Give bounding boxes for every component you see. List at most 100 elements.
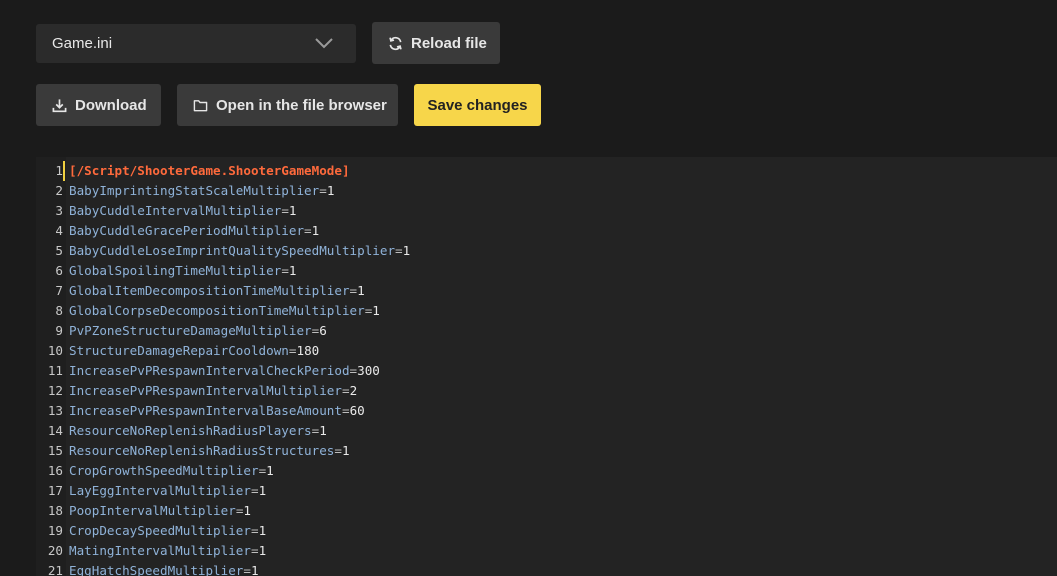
line-content: IncreasePvPRespawnIntervalCheckPeriod=30…	[63, 361, 380, 381]
code-lines: 1 [/Script/ShooterGame.ShooterGameMode] 2 B…	[36, 161, 1057, 576]
line-number: 10	[47, 343, 63, 358]
setting-value: 1	[258, 523, 267, 538]
reload-file-label: Reload file	[411, 34, 487, 52]
line-number: 11	[47, 363, 63, 378]
code-line[interactable]: 14 ResourceNoReplenishRadiusPlayers=1	[36, 421, 1057, 441]
setting-key: GlobalCorpseDecompositionTimeMultiplier	[69, 303, 365, 318]
line-content: BabyImprintingStatScaleMultiplier=1	[63, 181, 334, 201]
save-changes-button[interactable]: Save changes	[414, 84, 541, 126]
actions-toolbar: Download Open in the file browser Save c…	[36, 84, 541, 126]
equals-sign: =	[319, 183, 327, 198]
code-line[interactable]: 11 IncreasePvPRespawnIntervalCheckPeriod=…	[36, 361, 1057, 381]
equals-sign: =	[349, 363, 358, 378]
line-number: 6	[55, 263, 63, 278]
setting-value: 1	[311, 223, 320, 238]
setting-value: 1	[266, 463, 274, 478]
equals-sign: =	[281, 203, 289, 218]
code-line[interactable]: 4 BabyCuddleGracePeriodMultiplier=1	[36, 221, 1057, 241]
line-content: GlobalItemDecompositionTimeMultiplier=1	[63, 281, 365, 301]
setting-value: 1	[319, 423, 327, 438]
chevron-down-icon	[315, 38, 333, 49]
code-line[interactable]: 19 CropDecaySpeedMultiplier=1	[36, 521, 1057, 541]
setting-key: GlobalSpoilingTimeMultiplier	[69, 263, 282, 278]
line-number: 9	[55, 323, 63, 338]
code-line[interactable]: 13 IncreasePvPRespawnIntervalBaseAmount=6…	[36, 401, 1057, 421]
line-content: CropGrowthSpeedMultiplier=1	[63, 461, 274, 481]
line-content: EggHatchSpeedMultiplier=1	[63, 561, 259, 576]
line-number: 1	[55, 163, 63, 178]
equals-sign: =	[341, 383, 350, 398]
setting-key: StructureDamageRepairCooldown	[69, 343, 289, 358]
code-line[interactable]: 16 CropGrowthSpeedMultiplier=1	[36, 461, 1057, 481]
code-line[interactable]: 12 IncreasePvPRespawnIntervalMultiplier=2	[36, 381, 1057, 401]
code-line[interactable]: 17 LayEggIntervalMultiplier=1	[36, 481, 1057, 501]
line-number: 12	[47, 383, 63, 398]
setting-value: 6	[319, 323, 327, 338]
line-number: 2	[55, 183, 63, 198]
code-line[interactable]: 6 GlobalSpoilingTimeMultiplier=1	[36, 261, 1057, 281]
code-line[interactable]: 2 BabyImprintingStatScaleMultiplier=1	[36, 181, 1057, 201]
line-number: 13	[47, 403, 63, 418]
setting-value: 60	[349, 403, 365, 418]
line-number: 8	[55, 303, 63, 318]
setting-value: 1	[372, 303, 380, 318]
code-line[interactable]: 18 PoopIntervalMultiplier=1	[36, 501, 1057, 521]
setting-value: 2	[349, 383, 358, 398]
line-number: 15	[47, 443, 63, 458]
line-content: PoopIntervalMultiplier=1	[63, 501, 251, 521]
code-line[interactable]: 5 BabyCuddleLoseImprintQualitySpeedMultip…	[36, 241, 1057, 261]
line-content: BabyCuddleGracePeriodMultiplier=1	[63, 221, 319, 241]
line-content: PvPZoneStructureDamageMultiplier=6	[63, 321, 327, 341]
line-content: BabyCuddleLoseImprintQualitySpeedMultipl…	[63, 241, 410, 261]
file-select-value: Game.ini	[52, 34, 113, 52]
code-line[interactable]: 20 MatingIntervalMultiplier=1	[36, 541, 1057, 561]
open-file-browser-button[interactable]: Open in the file browser	[177, 84, 398, 126]
code-line[interactable]: 3 BabyCuddleIntervalMultiplier=1	[36, 201, 1057, 221]
setting-value: 1	[326, 183, 335, 198]
code-line[interactable]: 21 EggHatchSpeedMultiplier=1	[36, 561, 1057, 576]
equals-sign: =	[304, 223, 312, 238]
equals-sign: =	[395, 243, 403, 258]
setting-key: ResourceNoReplenishRadiusPlayers	[69, 423, 312, 438]
line-content: BabyCuddleIntervalMultiplier=1	[63, 201, 297, 221]
line-number: 16	[47, 463, 63, 478]
line-number: 3	[55, 203, 63, 218]
equals-sign: =	[243, 563, 251, 576]
setting-key: EggHatchSpeedMultiplier	[69, 563, 244, 576]
setting-key: IncreasePvPRespawnIntervalCheckPeriod	[69, 363, 350, 378]
setting-value: 1	[243, 503, 251, 518]
setting-key: CropGrowthSpeedMultiplier	[69, 463, 259, 478]
code-line[interactable]: 10 StructureDamageRepairCooldown=180	[36, 341, 1057, 361]
equals-sign: =	[281, 263, 289, 278]
setting-key: BabyCuddleIntervalMultiplier	[69, 203, 282, 218]
setting-value: 1	[258, 483, 267, 498]
setting-key: GlobalItemDecompositionTimeMultiplier	[69, 283, 350, 298]
setting-value: 1	[357, 283, 365, 298]
setting-value: 1	[402, 243, 411, 258]
code-line[interactable]: 1 [/Script/ShooterGame.ShooterGameMode]	[36, 161, 1057, 181]
line-number: 17	[47, 483, 63, 498]
setting-value: 1	[341, 443, 350, 458]
file-select[interactable]: Game.ini	[36, 23, 356, 63]
line-content: LayEggIntervalMultiplier=1	[63, 481, 266, 501]
setting-key: MatingIntervalMultiplier	[69, 543, 251, 558]
line-content: IncreasePvPRespawnIntervalBaseAmount=60	[63, 401, 365, 421]
code-editor[interactable]: 1 [/Script/ShooterGame.ShooterGameMode] 2 B…	[36, 157, 1057, 576]
section-header: [/Script/ShooterGame.ShooterGameMode]	[69, 163, 350, 178]
reload-file-button[interactable]: Reload file	[372, 22, 500, 64]
download-icon	[52, 98, 67, 112]
equals-sign: =	[341, 403, 350, 418]
refresh-icon	[389, 36, 402, 50]
setting-key: IncreasePvPRespawnIntervalBaseAmount	[69, 403, 342, 418]
line-content: GlobalSpoilingTimeMultiplier=1	[63, 261, 297, 281]
code-line[interactable]: 8 GlobalCorpseDecompositionTimeMultiplier…	[36, 301, 1057, 321]
setting-key: CropDecaySpeedMultiplier	[69, 523, 251, 538]
line-number: 19	[47, 523, 63, 538]
code-line[interactable]: 7 GlobalItemDecompositionTimeMultiplier=1	[36, 281, 1057, 301]
file-toolbar: Game.ini Reload file	[36, 22, 500, 64]
download-button[interactable]: Download	[36, 84, 161, 126]
code-line[interactable]: 9 PvPZoneStructureDamageMultiplier=6	[36, 321, 1057, 341]
download-label: Download	[75, 96, 147, 114]
setting-value: 1	[288, 203, 297, 218]
code-line[interactable]: 15 ResourceNoReplenishRadiusStructures=1	[36, 441, 1057, 461]
